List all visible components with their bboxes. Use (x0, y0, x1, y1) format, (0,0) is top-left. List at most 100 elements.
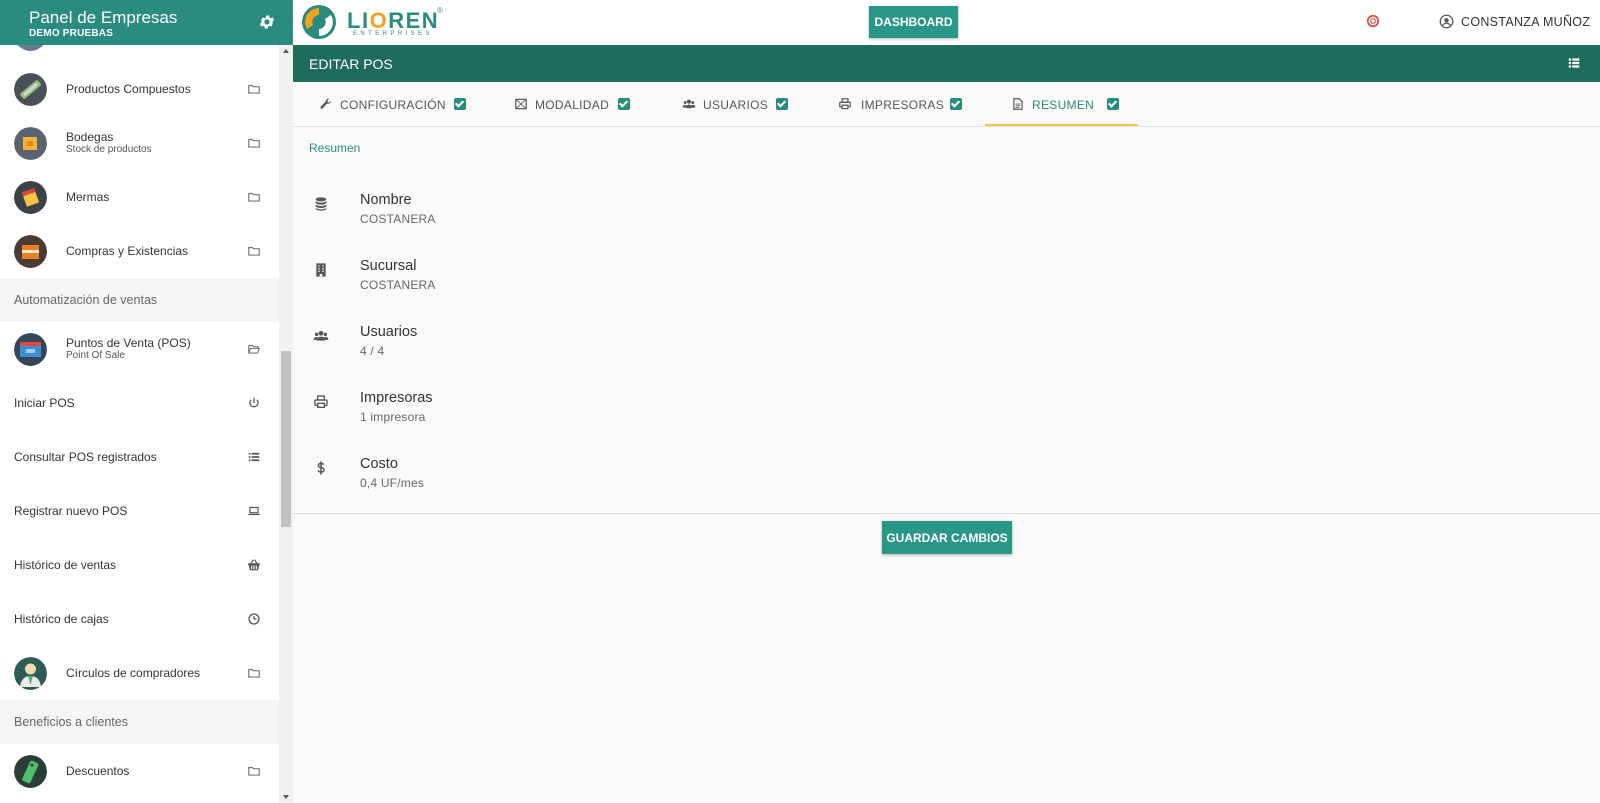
sidebar-item-sublabel: Point Of Sale (66, 350, 125, 361)
summary-row-impresoras: Impresoras 1 impresora (293, 390, 1193, 440)
sidebar-item-label: Descuentos (66, 764, 130, 778)
summary-title: Sucursal (360, 258, 417, 274)
building-icon (316, 263, 326, 277)
company-logo[interactable]: LIOREN ® ENTERPRISES (299, 4, 449, 40)
sidebar-item-label: Círculos de compradores (66, 666, 201, 680)
summary-row-sucursal: Sucursal COSTANERA (293, 258, 1193, 308)
sidebar-item-historico-ventas[interactable]: Histórico de ventas (0, 538, 279, 593)
tab-label: USUARIOS (703, 98, 769, 112)
tab-usuarios[interactable]: USUARIOS (682, 82, 792, 127)
tab-resumen[interactable]: RESUMEN (1011, 82, 1121, 127)
sidebar-item-productos-compuestos[interactable]: Productos Compuestos (0, 62, 279, 117)
folder-open-icon (248, 344, 261, 354)
tab-modalidad[interactable]: MODALIDAD (514, 82, 634, 127)
folder-icon (248, 668, 260, 678)
mermas-avatar (14, 181, 47, 214)
laptop-icon (248, 506, 260, 516)
tab-bar: CONFIGURACIÓN MODALIDAD USUARIOS IMPRESO… (293, 82, 1600, 127)
check-icon (1107, 98, 1119, 110)
pos-avatar (14, 333, 47, 366)
sidebar-item-descuentos[interactable]: Descuentos (0, 744, 279, 799)
sidebar-item-mermas[interactable]: Mermas (0, 170, 279, 225)
section-title: Beneficios a clientes (14, 715, 128, 729)
circulos-avatar (14, 657, 47, 690)
list-icon[interactable] (1567, 56, 1581, 70)
folder-icon (248, 84, 260, 94)
folder-icon (248, 192, 260, 202)
dollar-icon (317, 461, 325, 475)
sidebar-subtitle: DEMO PRUEBAS (29, 28, 114, 39)
section-label: Resumen (309, 141, 361, 155)
registered-mark: ® (437, 6, 443, 15)
sidebar-title: Panel de Empresas (29, 8, 178, 27)
check-icon (950, 98, 962, 110)
summary-title: Costo (360, 456, 398, 472)
basket-icon (248, 559, 260, 571)
summary-title: Usuarios (360, 324, 418, 340)
sidebar-item-pos[interactable]: Puntos de Venta (POS) Point Of Sale (0, 322, 279, 377)
tab-label: RESUMEN (1032, 98, 1095, 112)
sidebar-item-label: Consultar POS registrados (14, 450, 157, 464)
sidebar-item-label: Compras y Existencias (66, 244, 189, 258)
summary-title: Impresoras (360, 390, 433, 406)
sidebar-item-label: Puntos de Venta (POS) (66, 336, 191, 350)
sidebar-item-registrar-pos[interactable]: Registrar nuevo POS (0, 484, 279, 539)
sidebar-item-circulos[interactable]: Círculos de compradores (0, 646, 279, 701)
logo-subtext: ENTERPRISES (353, 31, 433, 37)
logo-mark-icon (302, 5, 336, 39)
sidebar-menu: Productos Compuestos Bodegas Stock de pr… (0, 45, 279, 803)
bodegas-avatar (14, 127, 47, 160)
descuentos-avatar (14, 755, 47, 788)
lifebuoy-icon[interactable] (1366, 14, 1380, 28)
sidebar-scrollbar[interactable] (279, 45, 293, 803)
topbar: LIOREN ® ENTERPRISES DASHBOARD CONSTANZA… (293, 0, 1600, 45)
productos-compuestos-avatar (14, 73, 47, 106)
scroll-up-arrow-icon[interactable] (283, 49, 289, 53)
sidebar-item-iniciar-pos[interactable]: Iniciar POS (0, 376, 279, 431)
divider (293, 513, 1600, 514)
power-icon (249, 397, 259, 408)
summary-row-usuarios: Usuarios 4 / 4 (293, 324, 1193, 374)
panel-header: EDITAR POS (293, 45, 1600, 82)
modality-icon (515, 98, 527, 110)
folder-icon (248, 246, 260, 256)
sidebar-item-historico-cajas[interactable]: Histórico de cajas (0, 592, 279, 647)
tab-impresoras[interactable]: IMPRESORAS (838, 82, 963, 127)
sidebar-item-consultar-pos[interactable]: Consultar POS registrados (0, 430, 279, 485)
summary-value: 1 impresora (360, 410, 426, 424)
tab-label: IMPRESORAS (861, 98, 945, 112)
sidebar-item-bodegas[interactable]: Bodegas Stock de productos (0, 116, 279, 171)
sidebar-item-compras-existencias[interactable]: Compras y Existencias (0, 224, 279, 279)
sidebar-item-label: Productos Compuestos (66, 82, 191, 96)
sidebar-item-label: Iniciar POS (14, 396, 75, 410)
sidebar-item-label: Bodegas (66, 130, 114, 144)
scroll-down-arrow-icon[interactable] (283, 795, 289, 799)
active-tab-indicator (985, 124, 1138, 126)
document-icon (1013, 98, 1023, 110)
sidebar-item-label: Registrar nuevo POS (14, 504, 128, 518)
scrollbar-thumb[interactable] (281, 351, 291, 527)
gear-icon[interactable] (258, 13, 276, 31)
sidebar-section-benefits: Beneficios a clientes (0, 700, 279, 744)
summary-row-nombre: Nombre COSTANERA (293, 192, 1193, 242)
list-icon (248, 452, 260, 462)
wrench-icon (320, 98, 332, 109)
users-icon (682, 99, 696, 109)
user-circle-icon[interactable] (1439, 14, 1454, 29)
save-changes-button[interactable]: GUARDAR CAMBIOS (882, 521, 1012, 554)
section-title: Automatización de ventas (14, 293, 158, 307)
sidebar-header: Panel de Empresas DEMO PRUEBAS (0, 0, 293, 45)
tab-label: MODALIDAD (535, 98, 610, 112)
folder-icon (248, 766, 260, 776)
tab-label: CONFIGURACIÓN (340, 98, 446, 112)
user-name[interactable]: CONSTANZA MUÑOZ (1461, 15, 1590, 29)
printer-icon (314, 395, 328, 408)
sidebar-section-sales: Automatización de ventas (0, 278, 279, 322)
tab-configuracion[interactable]: CONFIGURACIÓN (319, 82, 479, 127)
sidebar-item-hidden[interactable] (0, 45, 279, 62)
dashboard-button[interactable]: DASHBOARD (869, 6, 958, 38)
avatar (14, 45, 47, 51)
check-icon (776, 98, 788, 110)
summary-row-costo: Costo 0,4 UF/mes (293, 456, 1193, 506)
sidebar-item-label: Mermas (66, 190, 110, 204)
